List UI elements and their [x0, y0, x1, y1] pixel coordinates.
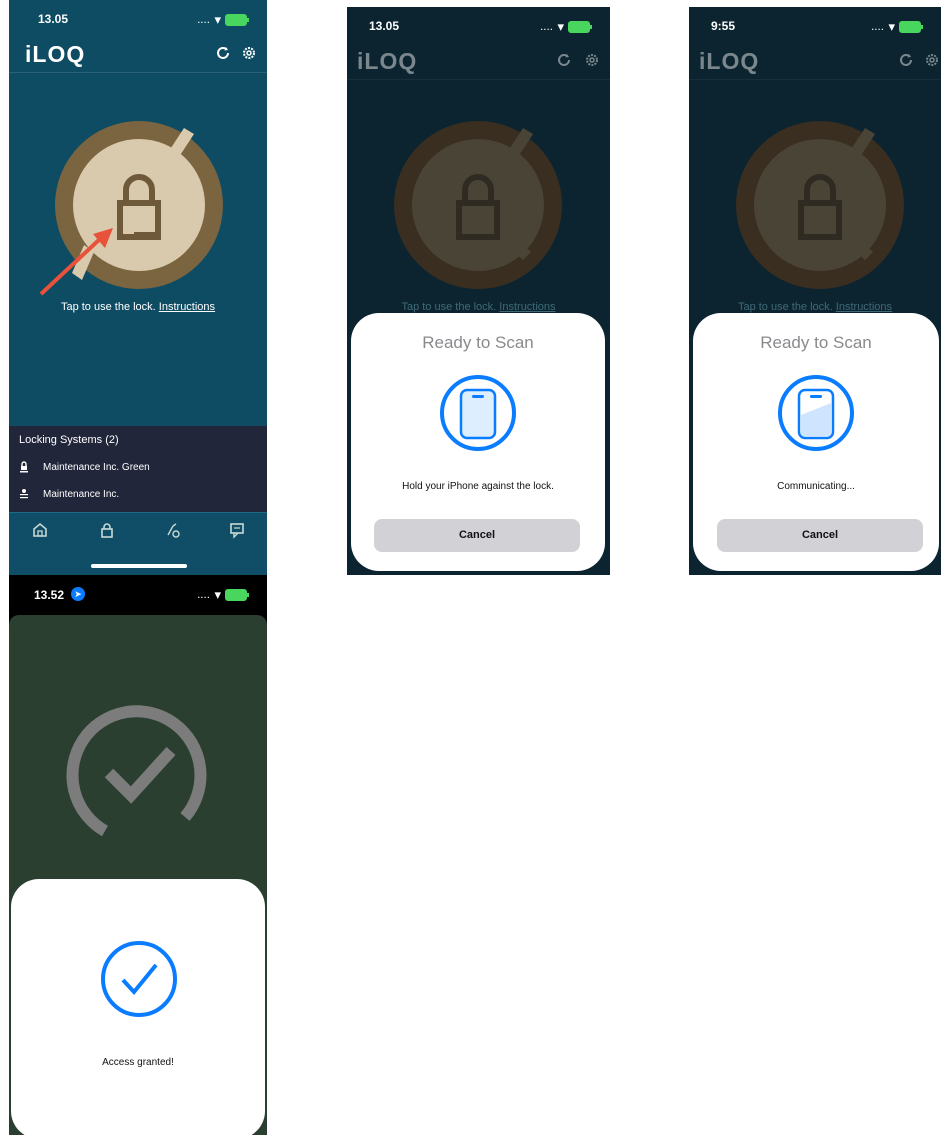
large-checkmark-icon: [66, 705, 207, 837]
locking-system-item[interactable]: Maintenance Inc.: [19, 484, 119, 504]
signal-icon: ....: [197, 15, 211, 25]
access-granted-message: Access granted!: [102, 1057, 174, 1068]
status-icons: .... ▾: [197, 12, 249, 28]
status-bar: 13.52 ➤ .... ▾: [9, 575, 267, 609]
system-label: Maintenance Inc. Green: [43, 461, 150, 473]
locking-system-item[interactable]: Maintenance Inc. Green: [19, 457, 150, 477]
location-icon: ➤: [71, 587, 85, 601]
signal-icon: ....: [540, 22, 554, 32]
status-time: 13.52: [34, 588, 65, 602]
app-header: iLOQ: [9, 34, 267, 73]
home-icon[interactable]: [31, 521, 53, 543]
status-time: 9:55: [711, 19, 736, 33]
instructions-link: Instructions: [835, 301, 893, 313]
battery-icon: [225, 14, 249, 26]
lock-tab-icon[interactable]: [98, 521, 120, 543]
sheet-message: Communicating...: [777, 481, 855, 492]
refresh-icon[interactable]: [214, 45, 232, 63]
lock-hint: Tap to use the lock. Instructions: [689, 301, 941, 313]
signal-icon: ....: [871, 22, 885, 32]
screen-3-communicating: 9:55 .... ▾ iLOQ Tap to use the lock. In…: [689, 7, 941, 575]
hint-text: Tap to use the lock.: [401, 301, 497, 313]
instructions-link[interactable]: Instructions: [159, 301, 215, 313]
hint-text: Tap to use the lock.: [737, 301, 833, 313]
app-header: iLOQ: [689, 41, 941, 80]
wifi-icon: ▾: [214, 12, 221, 27]
status-bar: 13.05 .... ▾: [347, 7, 610, 41]
status-time: 13.05: [38, 12, 69, 26]
screen-4-access-granted: 13.52 ➤ .... ▾ Access granted!: [9, 575, 267, 1135]
system-label: Maintenance Inc.: [43, 488, 120, 500]
settings-gear-icon[interactable]: [583, 52, 601, 70]
app-header: iLOQ: [347, 41, 610, 80]
lock-hint: Tap to use the lock. Instructions: [347, 301, 610, 313]
result-sheet: Access granted!: [11, 879, 265, 1135]
cancel-button[interactable]: Cancel: [374, 519, 580, 552]
wifi-icon: ▾: [214, 587, 221, 602]
lock-button: [394, 121, 562, 289]
lock-button: [736, 121, 904, 289]
lock-system-icon: [20, 489, 28, 499]
lock-hint: Tap to use the lock. Instructions: [9, 301, 267, 313]
battery-icon: [899, 21, 923, 33]
sheet-message: Hold your iPhone against the lock.: [402, 481, 554, 492]
battery-icon: [568, 21, 592, 33]
hint-text: Tap to use the lock.: [60, 301, 156, 313]
app-logo: iLOQ: [699, 48, 760, 74]
locking-systems-panel: Locking Systems (2) Maintenance Inc. Gre…: [9, 426, 267, 512]
status-icons: .... ▾: [197, 587, 249, 603]
phone-communicating-icon: [778, 375, 854, 451]
wifi-icon: ▾: [557, 19, 564, 34]
instructions-link: Instructions: [499, 301, 556, 313]
messages-icon[interactable]: [228, 521, 250, 543]
lock-system-icon: [20, 461, 28, 473]
screen-2-ready-to-scan: 13.05 .... ▾ iLOQ Tap to use the lock. I…: [347, 7, 610, 575]
status-bar: 9:55 .... ▾: [689, 7, 941, 41]
sheet-title: Ready to Scan: [760, 333, 872, 352]
app-logo: iLOQ: [25, 41, 86, 67]
refresh-icon[interactable]: [555, 52, 573, 70]
phone-scan-icon: [440, 375, 516, 451]
app-logo: iLOQ: [357, 48, 418, 74]
key-tab-icon[interactable]: [164, 521, 186, 543]
status-icons: .... ▾: [540, 19, 592, 35]
refresh-icon[interactable]: [897, 52, 915, 70]
settings-gear-icon[interactable]: [240, 45, 258, 63]
battery-icon: [225, 589, 249, 601]
status-icons: .... ▾: [871, 19, 923, 35]
cancel-button[interactable]: Cancel: [717, 519, 923, 552]
pointer-arrow-icon: [39, 228, 113, 296]
home-indicator: [91, 564, 187, 568]
settings-gear-icon[interactable]: [923, 52, 941, 70]
status-time: 13.05: [369, 19, 400, 33]
wifi-icon: ▾: [888, 19, 895, 34]
signal-icon: ....: [197, 590, 211, 600]
locking-systems-title: Locking Systems (2): [19, 434, 119, 446]
scan-sheet: Ready to Scan Hold your iPhone against t…: [351, 313, 605, 571]
status-bar: 13.05 .... ▾: [9, 0, 267, 34]
scan-sheet: Ready to Scan Communicating... Cancel: [693, 313, 939, 571]
checkmark-circle-icon: [101, 941, 177, 1017]
sheet-title: Ready to Scan: [422, 333, 534, 352]
